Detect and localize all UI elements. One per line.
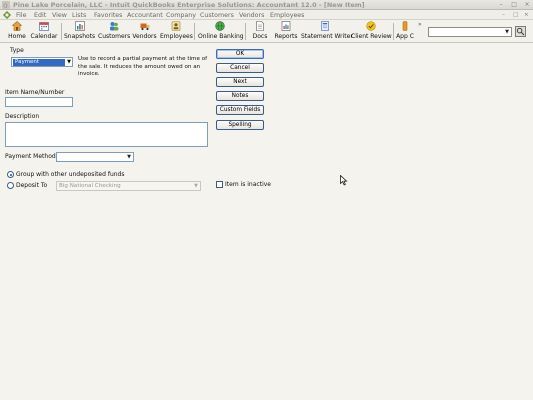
menu-bar: File Edit View Lists Favorites Accountan… xyxy=(0,10,533,20)
item-name-label: Item Name/Number xyxy=(5,89,65,96)
quickbooks-logo-icon xyxy=(3,11,11,19)
toolbar-separator xyxy=(245,23,246,40)
type-description: Use to record a partial payment at the t… xyxy=(78,56,208,77)
document-window-controls: – □ × xyxy=(499,11,530,19)
document-icon xyxy=(256,21,264,31)
minimize-button[interactable]: – xyxy=(497,1,505,9)
globe-icon xyxy=(215,21,225,31)
deposit-to-radio[interactable] xyxy=(7,182,14,189)
menu-favorites[interactable]: Favorites xyxy=(94,12,122,19)
search-input[interactable]: ▼ xyxy=(428,27,512,37)
toolbar-snapshots-button[interactable]: Snapshots xyxy=(64,21,95,42)
cancel-button[interactable]: Cancel xyxy=(216,63,264,73)
badge-icon xyxy=(171,21,180,31)
window-title: Pine Lake Porcelain, LLC - Intuit QuickB… xyxy=(13,1,365,9)
spelling-button[interactable]: Spelling xyxy=(216,120,264,130)
menu-file[interactable]: File xyxy=(16,12,27,19)
toolbar-overflow-button[interactable]: » xyxy=(418,21,422,28)
menu-accountant[interactable]: Accountant xyxy=(127,12,163,19)
item-inactive-checkbox[interactable] xyxy=(216,181,223,188)
chevron-down-icon: ▼ xyxy=(194,183,198,189)
chevron-down-icon[interactable]: ▼ xyxy=(67,59,71,65)
menu-vendors[interactable]: Vendors xyxy=(239,12,264,19)
description-label: Description xyxy=(5,113,40,120)
custom-fields-button[interactable]: Custom Fields xyxy=(216,105,264,115)
deposit-to-dropdown: Big National Checking ▼ xyxy=(56,181,201,191)
ok-button[interactable]: OK xyxy=(216,49,264,59)
search-icon xyxy=(516,27,525,36)
report-icon xyxy=(281,21,291,31)
deposit-to-label: Deposit To xyxy=(16,182,48,189)
type-label: Type xyxy=(10,47,24,54)
deposit-to-value: Big National Checking xyxy=(59,183,121,189)
doc-close-button[interactable]: × xyxy=(524,12,530,19)
chart-icon xyxy=(74,21,85,31)
toolbar-online-banking-button[interactable]: Online Banking xyxy=(198,21,244,42)
svg-text:Q: Q xyxy=(3,3,8,9)
close-button[interactable]: × xyxy=(523,1,531,9)
doc-restore-button[interactable]: □ xyxy=(513,12,519,19)
toolbar-home-button[interactable]: Home xyxy=(6,21,28,42)
type-dropdown[interactable]: Payment ▼ xyxy=(11,57,73,67)
toolbar-employees-button[interactable]: Employees xyxy=(160,21,193,42)
payment-method-label: Payment Method xyxy=(5,153,56,160)
app-icon xyxy=(402,21,408,31)
menu-view[interactable]: View xyxy=(52,12,67,19)
quickbooks-icon: Q xyxy=(2,1,10,9)
toolbar-docs-button[interactable]: Docs xyxy=(250,21,270,42)
toolbar-vendors-button[interactable]: Vendors xyxy=(132,21,157,42)
type-selected-value: Payment xyxy=(13,59,65,66)
title-bar: Q Pine Lake Porcelain, LLC - Intuit Quic… xyxy=(0,0,533,10)
description-textarea[interactable] xyxy=(5,122,208,147)
people-icon xyxy=(109,22,118,31)
toolbar-statement-writer-button[interactable]: Statement Writer xyxy=(301,21,353,42)
window-controls: – □ × xyxy=(494,1,531,9)
statement-icon xyxy=(321,21,329,31)
item-name-input[interactable] xyxy=(5,97,73,107)
menu-employees[interactable]: Employees xyxy=(270,12,304,19)
toolbar-separator xyxy=(393,23,394,40)
doc-minimize-button[interactable]: – xyxy=(502,12,508,19)
menu-lists[interactable]: Lists xyxy=(72,12,86,19)
group-undeposited-label: Group with other undeposited funds xyxy=(16,171,125,178)
item-inactive-label: Item is inactive xyxy=(225,181,271,188)
chevron-down-icon[interactable]: ▼ xyxy=(505,29,509,35)
toolbar-app-center-button[interactable]: App C xyxy=(396,21,414,42)
review-icon xyxy=(365,21,376,31)
calendar-icon xyxy=(39,22,49,31)
menu-company[interactable]: Company xyxy=(166,12,196,19)
house-icon xyxy=(12,21,22,31)
chevron-down-icon[interactable]: ▼ xyxy=(127,154,131,160)
notes-button[interactable]: Notes xyxy=(216,91,264,101)
new-item-form xyxy=(0,44,533,400)
toolbar-client-review-button[interactable]: Client Review xyxy=(351,21,392,42)
toolbar-separator xyxy=(194,23,195,40)
toolbar-separator xyxy=(61,23,62,40)
toolbar-reports-button[interactable]: Reports xyxy=(273,21,299,42)
next-button[interactable]: Next xyxy=(216,77,264,87)
payment-method-dropdown[interactable]: ▼ xyxy=(56,152,134,162)
search-button[interactable] xyxy=(515,26,526,37)
toolbar-customers-button[interactable]: Customers xyxy=(98,21,130,42)
mouse-cursor-icon xyxy=(340,175,348,186)
toolbar-calendar-button[interactable]: Calendar xyxy=(30,21,58,42)
truck-icon xyxy=(140,23,149,31)
menu-edit[interactable]: Edit xyxy=(34,12,46,19)
menu-customers[interactable]: Customers xyxy=(200,12,234,19)
maximize-button[interactable]: □ xyxy=(510,1,518,9)
group-undeposited-radio[interactable] xyxy=(7,171,14,178)
